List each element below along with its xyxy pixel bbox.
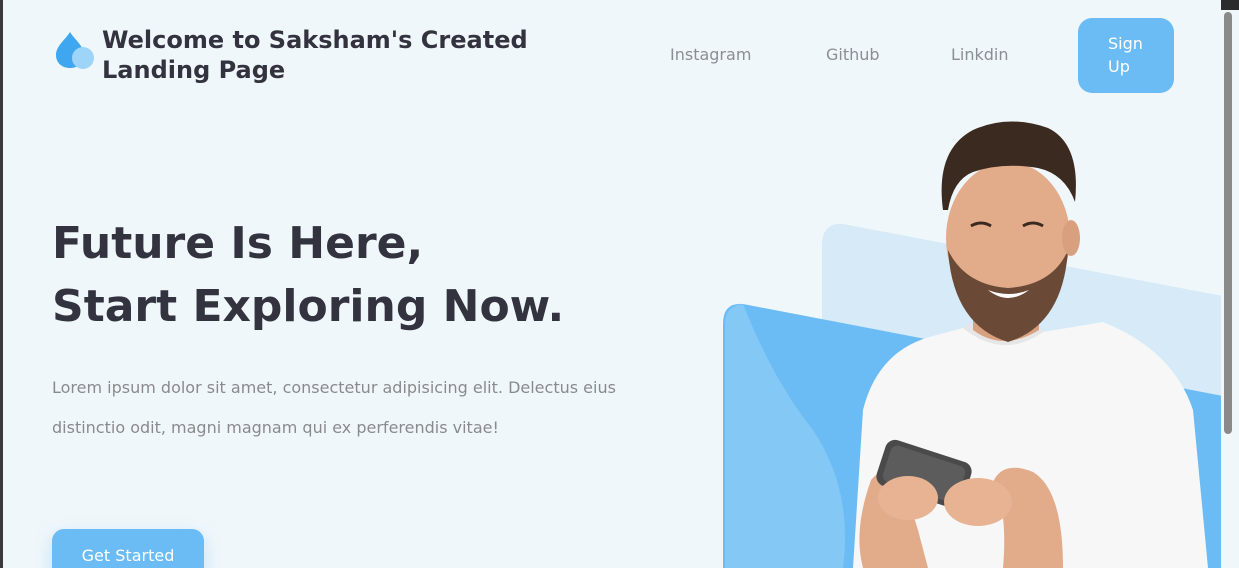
- window-corner: [1221, 0, 1239, 10]
- scrollbar-thumb[interactable]: [1224, 12, 1232, 434]
- hero-description: Lorem ipsum dolor sit amet, consectetur …: [52, 378, 616, 437]
- sign-up-label: Sign Up: [1108, 34, 1143, 76]
- hero-title-line-1: Future Is Here,: [52, 218, 424, 269]
- get-started-button[interactable]: Get Started: [52, 529, 204, 568]
- hero-title-line-2: Start Exploring Now.: [52, 281, 565, 332]
- hero-title: Future Is Here, Start Exploring Now.: [52, 212, 564, 338]
- water-drops-icon: [56, 32, 94, 69]
- sign-up-button[interactable]: Sign Up: [1078, 18, 1174, 93]
- vertical-scrollbar[interactable]: [1221, 0, 1239, 568]
- nav-link-github[interactable]: Github: [826, 45, 880, 64]
- browser-viewport: Welcome to Saksham's Created Landing Pag…: [0, 0, 1239, 568]
- brand-title: Welcome to Saksham's Created Landing Pag…: [102, 26, 528, 84]
- nav-link-linkdin[interactable]: Linkdin: [951, 45, 1009, 64]
- man-with-phone-illustration: [723, 121, 1223, 568]
- nav-link-instagram[interactable]: Instagram: [670, 45, 751, 64]
